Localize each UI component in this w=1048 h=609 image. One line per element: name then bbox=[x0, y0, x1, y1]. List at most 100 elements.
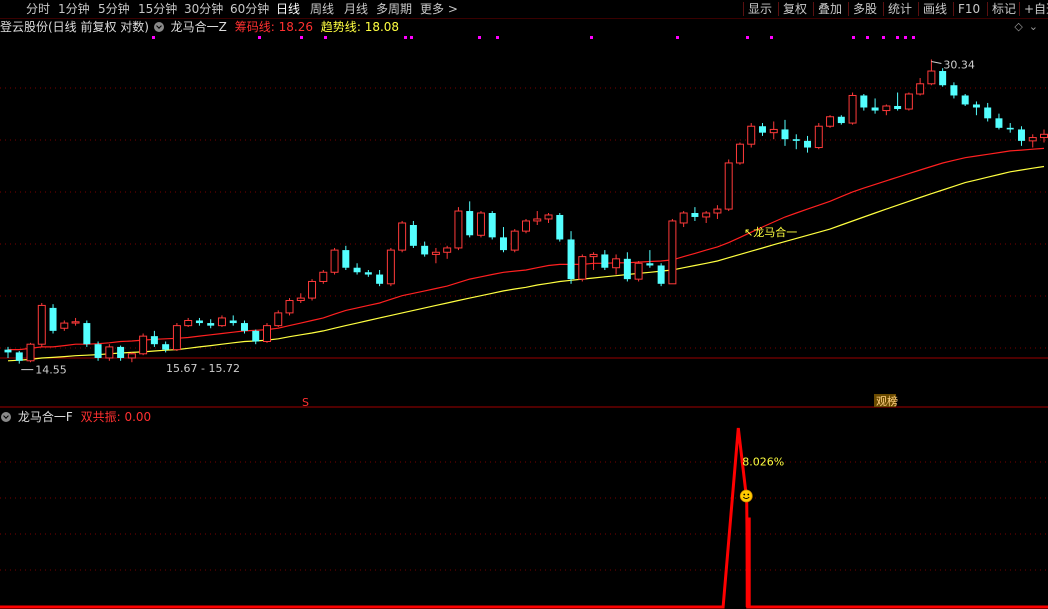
toolbar-separator bbox=[883, 2, 884, 16]
chip-line-series bbox=[8, 147, 1045, 351]
candle-body-down bbox=[984, 107, 992, 119]
toolbar-button-5[interactable]: 画线 bbox=[923, 1, 947, 17]
signal-dot bbox=[866, 36, 869, 39]
candle-body-up bbox=[713, 208, 722, 214]
toolbar-button-8[interactable]: +自选 bbox=[1024, 1, 1048, 17]
chip-line-label: 筹码线 bbox=[234, 20, 271, 34]
candle-body-down bbox=[691, 213, 699, 217]
candle-body-up bbox=[105, 346, 114, 359]
indicator-name[interactable]: 龙马合一Z bbox=[171, 20, 227, 34]
candle-body-up bbox=[904, 93, 913, 110]
candle-body-down bbox=[162, 344, 170, 350]
candle-body-up bbox=[747, 125, 756, 145]
candle-body-up bbox=[319, 271, 328, 282]
indicator-subchart[interactable]: 8.026% bbox=[0, 426, 1048, 609]
main-chart-header: 登云股份(日线 前复权 对数) 龙马合一Z 筹码线: 18.26 趋势线: 18… bbox=[0, 20, 400, 34]
toolbar-button-3[interactable]: 多股 bbox=[853, 1, 877, 17]
candle-body-down bbox=[758, 126, 766, 133]
candle-body-up bbox=[330, 249, 339, 273]
candle-body-down bbox=[421, 245, 429, 255]
candle-body-up bbox=[476, 212, 485, 236]
toolbar-separator bbox=[743, 2, 744, 16]
toolbar-separator bbox=[778, 2, 779, 16]
candle-body-down bbox=[83, 323, 91, 345]
toolbar-button-1[interactable]: 复权 bbox=[783, 1, 807, 17]
candle-body-down bbox=[376, 274, 384, 284]
period-tab-0[interactable]: 分时 bbox=[26, 1, 50, 17]
news-marker: 观榜 bbox=[876, 394, 898, 408]
candle-body-down bbox=[1017, 129, 1025, 141]
candle-body-down bbox=[342, 250, 350, 268]
period-tab-5[interactable]: 60分钟 bbox=[230, 1, 269, 17]
candle-body-down bbox=[94, 344, 102, 358]
period-tab-1[interactable]: 1分钟 bbox=[58, 1, 90, 17]
sub-chart-header: 龙马合一F 双共振: 0.00 bbox=[0, 409, 151, 425]
candle-body-down bbox=[894, 105, 902, 110]
signal-dot bbox=[496, 36, 499, 39]
toolbar-separator bbox=[813, 2, 814, 16]
candle-body-down bbox=[860, 95, 868, 108]
period-tab-7[interactable]: 周线 bbox=[310, 1, 334, 17]
resonance-bar bbox=[745, 517, 751, 607]
sub-indicator-menu-icon[interactable] bbox=[1, 412, 11, 422]
candlestick-chart[interactable]: 30.34 14.55 15.67 - 15.72 ↖龙马合一 S 观榜 bbox=[0, 36, 1048, 408]
candle-body-up bbox=[431, 251, 440, 255]
candle-body-down bbox=[229, 320, 237, 324]
period-tab-4[interactable]: 30分钟 bbox=[184, 1, 223, 17]
candle-body-up bbox=[724, 162, 733, 210]
smiley-eye bbox=[743, 493, 746, 496]
toolbar-button-0[interactable]: 显示 bbox=[748, 1, 772, 17]
period-tab-9[interactable]: 多周期 bbox=[376, 1, 412, 17]
indicator-menu-icon[interactable] bbox=[153, 22, 164, 32]
signal-dot bbox=[912, 36, 915, 39]
chevron-down-icon[interactable]: ⌄ bbox=[1029, 20, 1044, 33]
toolbar-button-6[interactable]: F10 bbox=[958, 1, 980, 17]
candle-body-up bbox=[274, 312, 283, 327]
candle-body-up bbox=[37, 304, 46, 345]
candle-body-up bbox=[634, 262, 643, 280]
high-price-label: 30.34 bbox=[943, 58, 975, 71]
toolbar-button-7[interactable]: 标记 bbox=[992, 1, 1016, 17]
candle-body-up bbox=[522, 220, 530, 232]
signal-dot bbox=[300, 36, 303, 39]
price-range-label: 15.67 - 15.72 bbox=[166, 362, 240, 375]
trend-line-label: 趋势线 bbox=[320, 20, 357, 34]
period-tab-10[interactable]: 更多 > bbox=[420, 1, 458, 17]
candle-body-down bbox=[939, 71, 947, 86]
candle-body-down bbox=[837, 116, 845, 124]
period-toolbar: 分时 1分钟 5分钟 15分钟 30分钟 60分钟 日线 周线 月线 多周期 更多 > 显示 复权 叠加多… bbox=[0, 0, 1048, 19]
candle-body-up bbox=[127, 353, 136, 359]
signal-dot bbox=[852, 36, 855, 39]
candle-body-up bbox=[544, 214, 553, 220]
candle-body-up bbox=[26, 343, 35, 362]
period-tab-2[interactable]: 5分钟 bbox=[98, 1, 130, 17]
candle-body-down bbox=[240, 323, 248, 331]
trend-line-value: 18.08 bbox=[364, 20, 400, 34]
signal-dot bbox=[904, 36, 907, 39]
stock-title: 登云股份(日线 前复权 对数) bbox=[0, 20, 149, 34]
candle-body-up bbox=[398, 222, 407, 251]
candle-body-up bbox=[510, 230, 519, 251]
toolbar-button-4[interactable]: 统计 bbox=[888, 1, 912, 17]
candle-body-up bbox=[296, 297, 305, 302]
signal-dot bbox=[478, 36, 481, 39]
period-tab-6[interactable]: 日线 bbox=[276, 1, 300, 17]
candle-body-up bbox=[916, 83, 925, 95]
candle-body-down bbox=[556, 214, 564, 240]
candle-body-down bbox=[871, 107, 879, 111]
candle-body-up bbox=[533, 218, 542, 222]
candle-body-down bbox=[488, 213, 496, 238]
candle-body-down bbox=[364, 272, 372, 275]
candle-body-down bbox=[1006, 127, 1014, 130]
diamond-icon[interactable]: ◇ bbox=[1014, 20, 1028, 33]
period-tab-3[interactable]: 15分钟 bbox=[138, 1, 177, 17]
period-tab-8[interactable]: 月线 bbox=[344, 1, 368, 17]
sub-indicator-name[interactable]: 龙马合一F bbox=[18, 410, 73, 424]
toolbar-button-2[interactable]: 叠加 bbox=[818, 1, 842, 17]
candle-body-down bbox=[195, 320, 203, 324]
signal-dot bbox=[152, 36, 155, 39]
toolbar-separator bbox=[953, 2, 954, 16]
candle-body-down bbox=[792, 139, 800, 141]
trend-line-series bbox=[7, 165, 1045, 362]
signal-dot bbox=[410, 36, 413, 39]
